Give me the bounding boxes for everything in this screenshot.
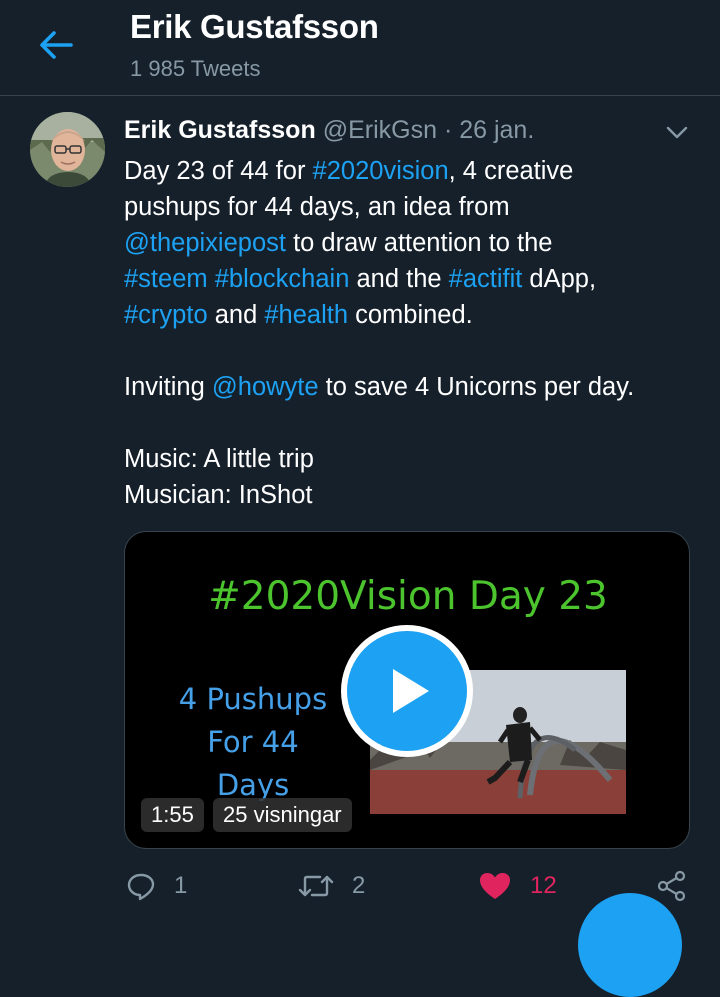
video-subtitle-line: For 44: [207, 725, 299, 759]
hashtag-link[interactable]: #actifit: [449, 265, 523, 293]
share-icon: [657, 870, 686, 902]
share-button[interactable]: [656, 866, 688, 906]
reply-icon: [127, 873, 155, 901]
author-name[interactable]: Erik Gustafsson: [124, 116, 316, 144]
text-span: combined.: [348, 301, 473, 329]
retweet-count: 2: [352, 872, 366, 899]
reply-count: 1: [174, 872, 188, 899]
text-span: and the: [349, 265, 449, 293]
video-subtitle-text: 4 Pushups For 44 Days: [173, 678, 333, 807]
text-span: , 4 creative: [448, 157, 574, 185]
profile-header: Erik Gustafsson 1 985 Tweets: [0, 0, 720, 96]
tweet-author-line: Erik Gustafsson @ErikGsn · 26 jan.: [124, 116, 654, 145]
separator-dot: ·: [443, 116, 453, 144]
video-duration-badge: 1:55: [141, 798, 204, 832]
tweet-count: 1 985 Tweets: [130, 56, 261, 81]
like-button[interactable]: 12: [478, 866, 557, 906]
tweet-line: @thepixiepost to draw attention to the: [124, 225, 704, 261]
author-handle[interactable]: @ErikGsn: [323, 116, 437, 144]
arrow-left-icon: [40, 31, 73, 59]
mention-link[interactable]: @howyte: [212, 373, 319, 401]
video-views-badge: 25 visningar: [213, 798, 352, 832]
video-subtitle-line: 4 Pushups: [178, 682, 328, 716]
hashtag-link[interactable]: #2020vision: [313, 157, 449, 185]
hashtag-link[interactable]: #crypto: [124, 301, 208, 329]
chevron-down-icon: [666, 126, 688, 139]
play-icon: [393, 669, 429, 713]
tweet-line: #crypto and #health combined.: [124, 297, 704, 333]
like-count: 12: [530, 872, 557, 899]
hashtag-link[interactable]: #steem: [124, 265, 208, 293]
heart-icon: [480, 873, 510, 899]
play-button[interactable]: [341, 625, 473, 757]
video-player[interactable]: #2020Vision Day 23 4 Pushups For 44 Days…: [124, 531, 690, 849]
tweet-line: Music: A little trip: [124, 445, 314, 473]
reply-button[interactable]: 1: [126, 866, 187, 906]
avatar[interactable]: [30, 112, 105, 187]
mention-link[interactable]: @thepixiepost: [124, 229, 286, 257]
hashtag-link[interactable]: #blockchain: [215, 265, 350, 293]
tweet-text: Day 23 of 44 for #2020vision, 4 creative…: [124, 153, 704, 513]
compose-tweet-button[interactable]: [578, 893, 682, 997]
tweet-line: Musician: InShot: [124, 481, 313, 509]
text-span: Day 23 of 44 for: [124, 157, 313, 185]
text-span: to draw attention to the: [285, 229, 553, 257]
tweet-line: Inviting @howyte to save 4 Unicorns per …: [124, 369, 704, 405]
tweet-line: #steem #blockchain and the #actifit dApp…: [124, 261, 704, 297]
retweet-icon: [298, 875, 334, 897]
page-title: Erik Gustafsson: [130, 8, 379, 45]
back-button[interactable]: [28, 22, 84, 68]
text-span: dApp,: [522, 265, 597, 293]
avatar-photo: [30, 112, 105, 187]
tweet-line: pushups for 44 days, an idea from: [124, 193, 510, 221]
hashtag-link[interactable]: #health: [264, 301, 348, 329]
retweet-button[interactable]: 2: [298, 866, 365, 906]
text-span: and: [207, 301, 265, 329]
text-span: [208, 265, 215, 293]
text-span: Inviting: [124, 373, 212, 401]
video-title-text: #2020Vision Day 23: [208, 574, 608, 619]
tweet-menu-button[interactable]: [662, 118, 692, 148]
tweet-line: Day 23 of 44 for #2020vision, 4 creative: [124, 153, 704, 189]
text-span: to save 4 Unicorns per day.: [318, 373, 635, 401]
tweet-date[interactable]: 26 jan.: [459, 116, 534, 144]
